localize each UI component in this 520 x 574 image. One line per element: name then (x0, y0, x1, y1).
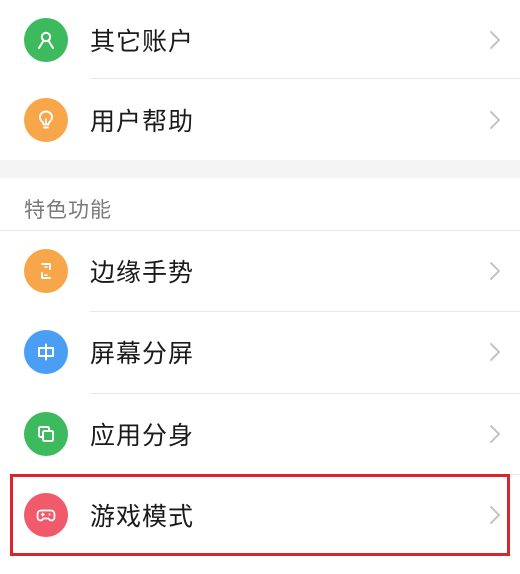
menu-item-label: 边缘手势 (90, 258, 195, 287)
menu-item-app-clone[interactable]: 应用分身 (0, 394, 520, 474)
user-icon (24, 18, 68, 62)
menu-item-split-screen[interactable]: 屏幕分屏 (0, 312, 520, 392)
menu-item-other-accounts[interactable]: 其它账户 (0, 0, 520, 80)
chevron-right-icon (488, 29, 502, 51)
chevron-right-icon (488, 109, 502, 131)
split-screen-icon (24, 330, 68, 374)
menu-item-game-mode[interactable]: 游戏模式 (0, 475, 520, 555)
chevron-right-icon (488, 260, 502, 282)
menu-item-label: 屏幕分屏 (90, 339, 195, 368)
edge-gesture-icon (24, 249, 68, 293)
menu-item-label: 应用分身 (90, 421, 195, 450)
section-header: 特色功能 (24, 198, 112, 222)
menu-item-label: 其它账户 (90, 27, 195, 56)
menu-item-user-help[interactable]: 用户帮助 (0, 80, 520, 160)
chevron-right-icon (488, 423, 502, 445)
menu-item-label: 用户帮助 (90, 107, 195, 136)
lightbulb-icon (24, 98, 68, 142)
menu-item-label: 游戏模式 (90, 502, 195, 531)
section-separator (0, 160, 520, 178)
app-clone-icon (24, 412, 68, 456)
chevron-right-icon (488, 504, 502, 526)
chevron-right-icon (488, 341, 502, 363)
menu-item-edge-gesture[interactable]: 边缘手势 (0, 231, 520, 311)
divider (90, 78, 520, 79)
gamepad-icon (24, 493, 68, 537)
settings-screen: 其它账户 用户帮助 特色功能 边缘手势 屏幕分屏 应用分身 游戏模式 (0, 0, 520, 574)
